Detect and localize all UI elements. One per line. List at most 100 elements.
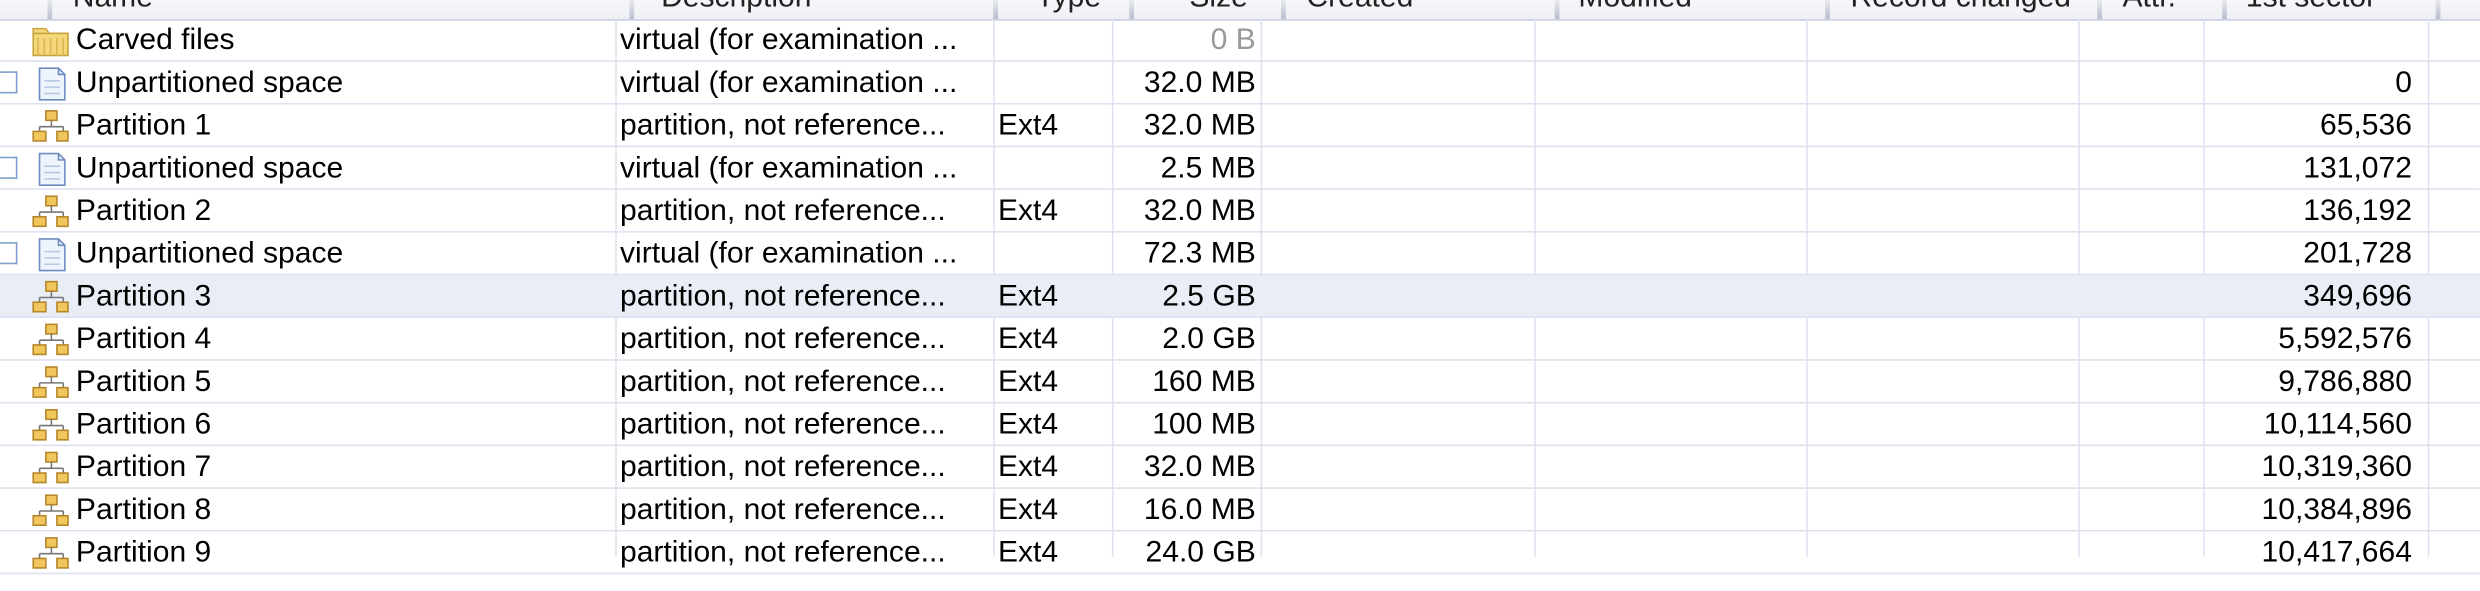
cell-created	[1265, 532, 1531, 573]
table-row[interactable]: Unpartitioned space virtual (for examinat…	[0, 233, 2480, 276]
column-header-description[interactable]: Description	[661, 0, 977, 19]
cell-modified	[1539, 105, 1803, 146]
column-separator[interactable]	[1129, 0, 1135, 20]
cell-attr	[2083, 190, 2200, 231]
cell-type: Ext4	[997, 322, 1059, 357]
table-row[interactable]: Partition 7 partition, not reference... Ex…	[0, 446, 2480, 489]
cell-attr	[2083, 105, 2200, 146]
cell-type: Ext4	[997, 450, 1059, 485]
directory-browser-list: Name Description Type Size Created Modif…	[0, 0, 2480, 591]
table-row[interactable]: Carved files virtual (for examination ...…	[0, 19, 2480, 62]
cell-size: 24.0 GB	[1145, 536, 1256, 570]
file-icon	[32, 152, 70, 187]
cell-size: 2.0 GB	[1162, 322, 1256, 357]
column-header-created[interactable]: Created	[1306, 0, 1527, 19]
cell-modified	[1539, 147, 1803, 188]
column-header-size[interactable]: Size	[1189, 0, 1252, 19]
column-separator[interactable]	[2097, 0, 2102, 20]
cell-record-changed	[1811, 532, 2075, 573]
cell-record-changed	[1811, 62, 2075, 103]
table-row[interactable]: Partition 4 partition, not reference... Ex…	[0, 318, 2480, 361]
table-row[interactable]: Partition 2 partition, not reference... Ex…	[0, 190, 2480, 233]
column-separator[interactable]	[629, 0, 635, 20]
cell-modified	[1539, 446, 1803, 487]
partition-icon	[32, 451, 70, 486]
column-separator[interactable]	[1825, 0, 1830, 20]
column-separator[interactable]	[2222, 0, 2227, 20]
cell-name: Partition 3	[75, 280, 212, 314]
column-separator[interactable]	[1554, 0, 1560, 20]
column-header-record-changed[interactable]: Record changed	[1850, 0, 2071, 19]
cell-created	[1265, 275, 1531, 316]
table-row[interactable]: Partition 8 partition, not reference... Ex…	[0, 489, 2480, 532]
cell-attr	[2083, 318, 2200, 359]
cell-name: Unpartitioned space	[75, 237, 344, 271]
cell-size: 160 MB	[1152, 365, 1256, 399]
cell-record-changed	[1811, 105, 2075, 146]
file-list-viewport: Name Description Type Size Created Modif…	[0, 0, 2480, 591]
cell-size: 100 MB	[1152, 408, 1256, 442]
cell-first-sector: 131,072	[2303, 151, 2412, 186]
cell-attr	[2083, 403, 2200, 444]
table-row[interactable]: Partition 5 partition, not reference... Ex…	[0, 361, 2480, 404]
column-separator[interactable]	[993, 0, 998, 20]
column-separator[interactable]	[47, 0, 53, 20]
cell-description: partition, not reference...	[619, 365, 946, 399]
column-separator[interactable]	[1281, 0, 1286, 20]
cell-created	[1265, 446, 1531, 487]
cell-first-sector: 65,536	[2320, 109, 2412, 143]
cell-description: virtual (for examination ...	[619, 66, 958, 100]
cell-attr	[2083, 19, 2200, 60]
cell-created	[1265, 190, 1531, 231]
table-row[interactable]: Unpartitioned space virtual (for examinat…	[0, 147, 2480, 190]
column-header-modified[interactable]: Modified	[1578, 0, 1799, 19]
cell-first-sector: 0	[2395, 66, 2412, 100]
cell-modified	[1539, 19, 1803, 60]
cell-size: 32.0 MB	[1143, 450, 1256, 485]
cell-type: Ext4	[997, 365, 1059, 399]
partition-icon	[32, 494, 70, 529]
cell-record-changed	[1811, 147, 2075, 188]
cell-size: 32.0 MB	[1143, 194, 1256, 228]
column-header-name[interactable]: Name	[73, 0, 595, 19]
table-row[interactable]: Partition 9 partition, not reference... Ex…	[0, 532, 2480, 575]
column-header-first-sector[interactable]: 1st sector	[2246, 0, 2392, 19]
cell-first-sector: 10,319,360	[2261, 450, 2412, 485]
cell-created	[1265, 318, 1531, 359]
cell-name: Unpartitioned space	[75, 151, 344, 186]
cell-name: Unpartitioned space	[75, 66, 344, 100]
cell-attr	[2083, 489, 2200, 530]
cell-modified	[1539, 190, 1803, 231]
cell-created	[1265, 403, 1531, 444]
cell-first-sector: 10,417,664	[2261, 536, 2412, 570]
cell-name: Partition 7	[75, 450, 212, 485]
cell-description: partition, not reference...	[619, 109, 946, 143]
file-icon	[32, 67, 70, 102]
table-row[interactable]: Partition 1 partition, not reference... Ex…	[0, 105, 2480, 148]
file-icon	[32, 237, 70, 272]
row-checkbox[interactable]	[0, 156, 18, 179]
table-row[interactable]: Partition 3 partition, not reference... Ex…	[0, 275, 2480, 319]
partition-icon	[32, 109, 70, 144]
partition-icon	[32, 365, 70, 400]
cell-size: 32.0 MB	[1143, 66, 1256, 100]
table-row[interactable]: Unpartitioned space virtual (for examinat…	[0, 62, 2480, 105]
cell-name: Partition 9	[75, 536, 212, 570]
cell-type	[998, 19, 1109, 60]
column-header-type[interactable]: Type	[1036, 0, 1115, 19]
table-row[interactable]: Partition 6 partition, not reference... Ex…	[0, 403, 2480, 447]
row-checkbox[interactable]	[0, 242, 18, 265]
folder-icon	[32, 24, 70, 59]
cell-record-changed	[1811, 233, 2075, 274]
cell-attr	[2083, 233, 2200, 274]
cell-modified	[1539, 489, 1803, 530]
cell-record-changed	[1811, 361, 2075, 402]
cell-first-sector: 201,728	[2303, 237, 2412, 271]
cell-description: partition, not reference...	[619, 493, 946, 527]
cell-attr	[2083, 532, 2200, 573]
cell-modified	[1539, 275, 1803, 316]
cell-name: Carved files	[75, 23, 235, 58]
row-checkbox[interactable]	[0, 71, 18, 94]
column-separator[interactable]	[2435, 0, 2441, 20]
column-header-attr[interactable]: Attr.	[2123, 0, 2202, 19]
